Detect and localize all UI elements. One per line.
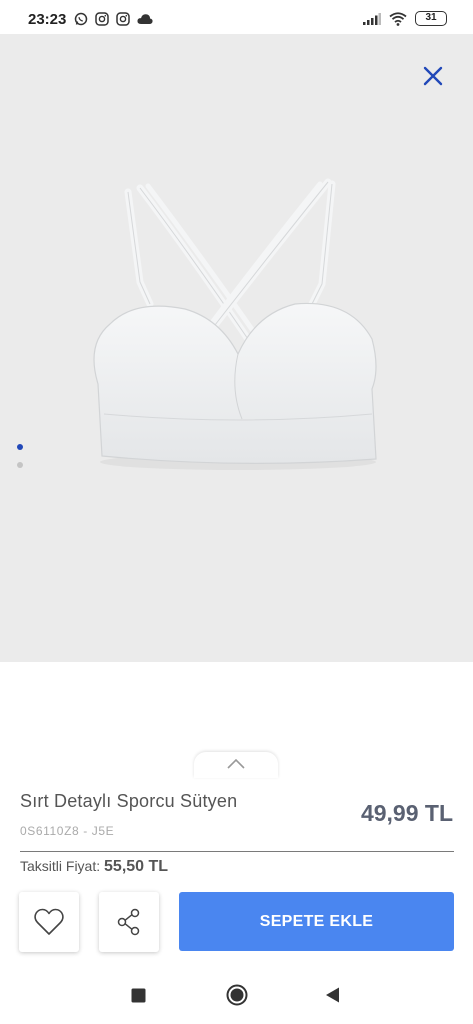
installment-price: Taksitli Fiyat: 55,50 TL [20, 858, 168, 876]
gallery-dot-active[interactable] [17, 444, 23, 450]
installment-label: Taksitli Fiyat: [20, 858, 101, 874]
product-code: 0S6110Z8 - J5E [20, 824, 115, 838]
share-button[interactable] [99, 892, 159, 952]
product-name: Sırt Detaylı Sporcu Sütyen [20, 791, 238, 811]
heart-icon [34, 908, 64, 935]
favorite-button[interactable] [19, 892, 79, 952]
add-to-cart-button[interactable]: SEPETE EKLE [179, 892, 454, 951]
gallery-pagination[interactable] [17, 444, 23, 468]
gallery-dot[interactable] [17, 462, 23, 468]
instagram-icon [95, 12, 109, 26]
recent-apps-icon[interactable] [131, 988, 146, 1003]
status-time: 23:23 [28, 11, 67, 28]
chevron-up-icon [227, 759, 245, 769]
system-nav-bar [0, 966, 473, 1024]
battery-icon: 31 [415, 11, 447, 26]
whatsapp-icon [74, 12, 88, 26]
notification-icons [74, 12, 153, 26]
home-icon[interactable] [226, 984, 248, 1006]
cloud-icon [137, 14, 153, 24]
close-icon[interactable] [421, 64, 445, 88]
installment-value: 55,50 TL [104, 858, 169, 875]
product-image [93, 178, 377, 470]
wifi-icon [389, 11, 407, 26]
system-icons: 31 [363, 11, 447, 26]
signal-icon [363, 12, 381, 25]
product-price: 49,99 TL [360, 800, 453, 826]
share-icon [117, 908, 140, 936]
back-icon[interactable] [325, 987, 340, 1003]
product-gallery[interactable] [0, 34, 473, 662]
expand-details-tab[interactable] [194, 752, 278, 778]
status-bar: 23:23 31 [0, 0, 473, 34]
instagram-icon [116, 12, 130, 26]
divider [20, 851, 454, 852]
